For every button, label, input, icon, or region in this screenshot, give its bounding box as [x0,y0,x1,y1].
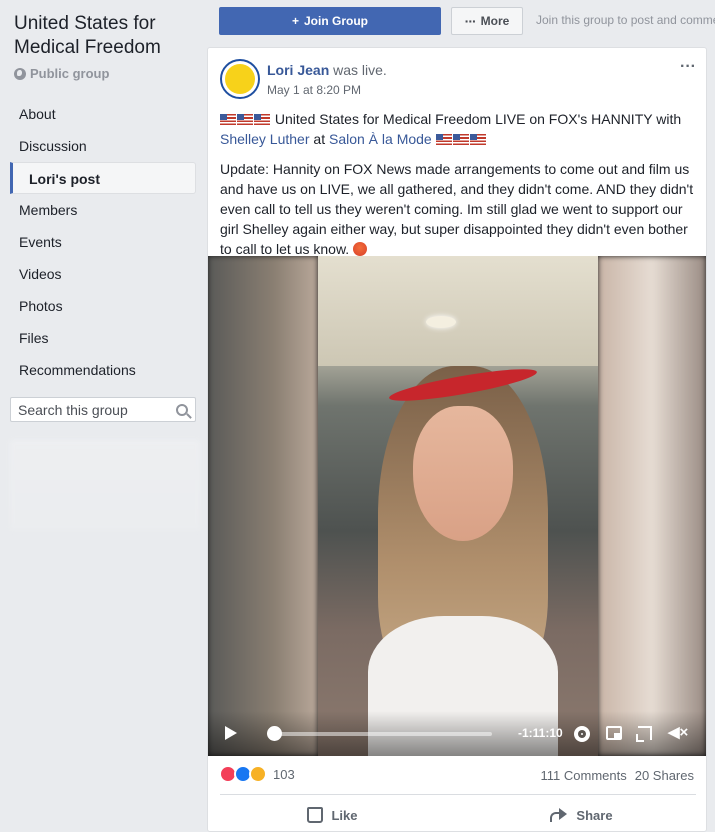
share-arrow-icon [550,808,568,822]
sidebar-item-discussion[interactable]: Discussion [10,130,196,162]
search-input[interactable] [18,401,168,418]
sidebar-item-recommendations[interactable]: Recommendations [10,354,196,386]
sidebar-item-members[interactable]: Members [10,194,196,226]
more-button[interactable]: ··· More [451,7,523,35]
post-headline: United States for Medical Freedom LIVE o… [220,109,698,149]
picture-in-picture-icon[interactable] [606,726,622,740]
headline-text: United States for Medical Freedom LIVE o… [271,111,682,127]
video-controls: -1:11:10 ◀× [208,711,706,756]
tagged-place-link[interactable]: Salon À la Mode [329,131,432,147]
share-button[interactable]: Share [457,798,706,831]
footer-divider [220,794,696,795]
video-blur-left [208,256,318,756]
plus-icon: + [291,14,299,28]
sidebar-item-videos[interactable]: Videos [10,258,196,290]
video-person [368,363,558,756]
fullscreen-icon[interactable] [636,726,652,742]
live-video-player[interactable]: -1:11:10 ◀× [208,256,706,756]
settings-gear-icon[interactable] [574,726,590,742]
post-body: Update: Hannity on FOX News made arrange… [220,159,698,259]
sidebar-item-files[interactable]: Files [10,322,196,354]
reaction-summary[interactable]: 103 [219,765,295,783]
group-action-bar: + Join Group ··· More Join this group to… [206,0,715,42]
us-flag-icon [469,134,486,145]
video-blur-right [598,256,706,756]
join-hint-text: Join this group to post and comment. [536,13,715,27]
post-timestamp[interactable]: May 1 at 8:20 PM [267,83,361,97]
sidebar: United States for Medical Freedom Public… [0,0,206,832]
care-reaction-icon [249,765,267,783]
video-ceiling [318,256,598,366]
video-scrubber[interactable] [267,726,282,741]
blurred-sidebar-content [10,440,200,530]
join-group-button[interactable]: + Join Group [219,7,441,35]
post-actions: Like Share [208,798,706,831]
sidebar-item-photos[interactable]: Photos [10,290,196,322]
at-word: at [309,131,329,147]
group-search[interactable] [10,397,196,422]
join-group-label: Join Group [304,14,368,28]
sidebar-item-events[interactable]: Events [10,226,196,258]
like-label: Like [331,807,358,823]
search-icon[interactable] [176,403,188,416]
tagged-person-link[interactable]: Shelley Luther [220,131,310,147]
group-title[interactable]: United States for Medical Freedom [14,12,200,60]
video-person-face [413,406,513,541]
group-nav: About Discussion Lori's post Members Eve… [10,98,196,386]
share-label: Share [576,807,613,823]
author-name[interactable]: Lori Jean [267,62,329,78]
comments-count[interactable]: 111 Comments [541,768,627,783]
author-avatar[interactable] [220,59,260,99]
us-flag-icon [237,114,253,125]
thumbs-up-icon [307,807,324,823]
more-label: More [480,14,510,28]
post-text: United States for Medical Freedom LIVE o… [220,109,698,259]
shares-count[interactable]: 20 Shares [635,768,694,783]
like-button[interactable]: Like [208,798,457,831]
engagement-counts: 111 Comments 20 Shares [541,768,695,783]
post-options-icon[interactable]: ··· [680,58,696,76]
video-progress-bar[interactable] [274,732,492,736]
post-card: Lori Jean was live. May 1 at 8:20 PM ···… [207,47,707,832]
sidebar-item-about[interactable]: About [10,98,196,130]
post-body-text: Update: Hannity on FOX News made arrange… [220,161,694,257]
avatar-logo-icon [225,64,255,94]
video-time-remaining: -1:11:10 [518,726,563,740]
us-flag-icon [435,134,452,145]
play-icon[interactable] [225,726,237,740]
group-type: Public group [14,66,109,81]
us-flag-icon [452,134,469,145]
group-type-label: Public group [30,66,110,81]
reaction-count: 103 [273,766,295,782]
us-flag-icon [220,114,236,125]
sidebar-item-loris-post[interactable]: Lori's post [10,162,196,194]
post-action: was live. [333,62,387,78]
us-flag-icon [254,114,270,125]
more-dots-icon: ··· [464,13,477,29]
angry-face-icon [353,242,368,256]
post-author-line: Lori Jean was live. [267,62,387,78]
globe-icon [14,67,26,80]
volume-muted-icon[interactable]: ◀× [668,725,688,741]
video-ceiling-light [426,316,456,328]
